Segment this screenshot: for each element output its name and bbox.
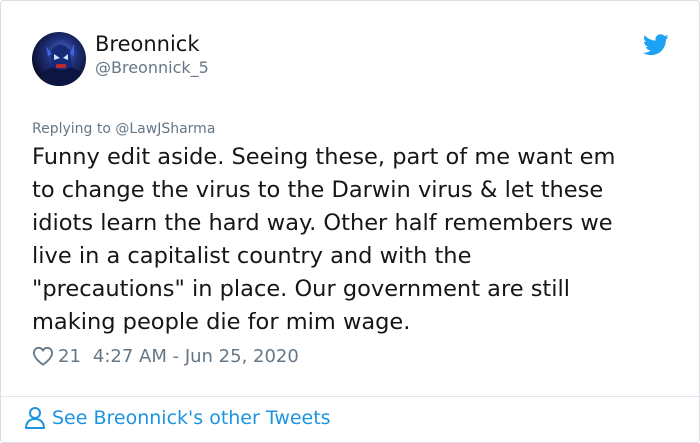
other-tweets-label[interactable]: See Breonnick's other Tweets [52,407,331,429]
twitter-bird-icon[interactable] [643,34,669,56]
other-tweets-link[interactable]: See Breonnick's other Tweets [24,406,331,430]
replying-to[interactable]: Replying to @LawJSharma [32,120,215,138]
display-name[interactable]: Breonnick [95,31,200,57]
divider [1,396,699,397]
like-count[interactable]: 21 [58,346,81,367]
tweet-text: Funny edit aside. Seeing these, part of … [32,144,616,335]
heart-icon[interactable] [32,346,54,366]
avatar[interactable] [32,32,86,86]
tweet-card: Breonnick @Breonnick_5 Replying to @LawJ… [0,0,700,443]
person-icon [25,407,45,429]
avatar-image [40,44,84,86]
tweet-meta: 21 4:27 AM - Jun 25, 2020 [32,344,299,368]
timestamp[interactable]: 4:27 AM - Jun 25, 2020 [93,346,299,367]
user-handle[interactable]: @Breonnick_5 [95,58,209,78]
